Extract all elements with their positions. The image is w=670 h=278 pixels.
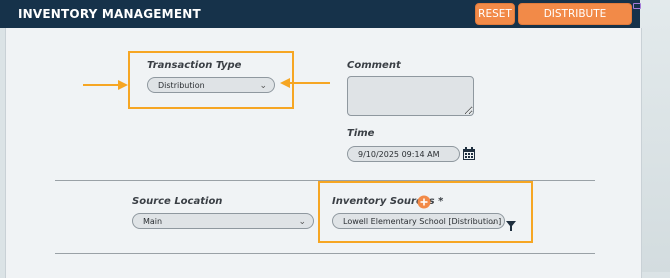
window-indicator-icon <box>633 3 641 9</box>
background-decoration <box>640 0 670 272</box>
filter-icon[interactable] <box>505 220 517 232</box>
source-location-label: Source Location <box>132 196 223 207</box>
source-location-select[interactable]: Main ⌄ <box>132 213 314 229</box>
comment-textarea[interactable] <box>347 76 474 116</box>
page-header: INVENTORY MANAGEMENT RESET DISTRIBUTE IN… <box>0 0 641 40</box>
transaction-type-value: Distribution <box>158 81 205 90</box>
chevron-down-icon: ⌄ <box>489 217 497 227</box>
transaction-type-label: Transaction Type <box>147 60 242 71</box>
page-title: INVENTORY MANAGEMENT <box>18 7 201 21</box>
time-value: 9/10/2025 09:14 AM <box>358 150 440 159</box>
arrow-right-icon <box>83 80 128 90</box>
comment-label: Comment <box>347 60 401 71</box>
inventory-sources-select[interactable]: Lowell Elementary School [Distribution] … <box>332 213 505 229</box>
arrow-left-icon <box>280 78 330 88</box>
reset-button[interactable]: RESET <box>475 3 515 25</box>
inventory-sources-value: Lowell Elementary School [Distribution] <box>343 217 502 226</box>
chevron-down-icon: ⌄ <box>259 81 267 91</box>
transaction-type-select[interactable]: Distribution ⌄ <box>147 77 275 93</box>
calendar-icon[interactable] <box>462 146 476 161</box>
section-divider <box>55 253 595 254</box>
add-source-icon[interactable] <box>417 195 431 209</box>
source-location-value: Main <box>143 217 163 226</box>
distribute-inventory-button[interactable]: DISTRIBUTE INVENTORY <box>518 3 632 40</box>
inventory-sources-highlight <box>318 181 533 243</box>
chevron-down-icon: ⌄ <box>298 217 306 227</box>
time-input[interactable]: 9/10/2025 09:14 AM <box>347 146 460 162</box>
time-label: Time <box>347 128 375 139</box>
